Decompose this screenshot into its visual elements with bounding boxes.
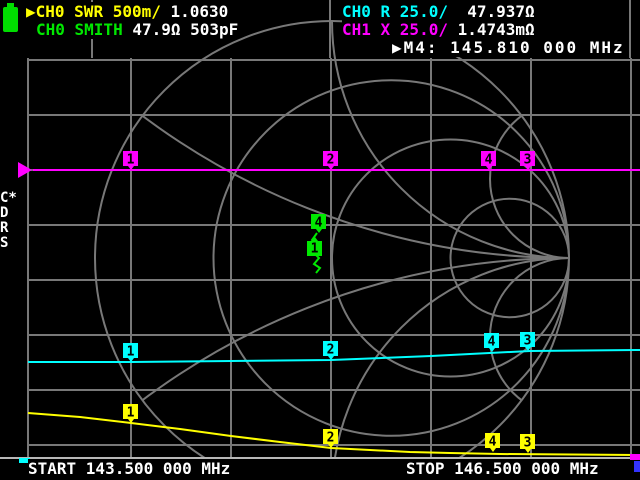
reference-marker-icon	[630, 454, 640, 460]
marker-flag-number: 2	[327, 431, 335, 446]
marker-frequency: M4: 145.810 000 MHz	[404, 38, 625, 57]
sweep-plot-area[interactable]: 1 2 4 3 1 2 4 3 1 2 4 3 4 1	[0, 0, 640, 480]
marker-flag-number: 1	[127, 345, 135, 360]
r-value: 47.937Ω	[448, 2, 535, 21]
marker-flag-number: 4	[488, 335, 496, 350]
cal-status-letters: C* D R S	[0, 191, 17, 251]
marker-flag-number: 1	[311, 242, 319, 257]
active-marker-readout[interactable]: ▶M4: 145.810 000 MHz	[392, 40, 625, 56]
smith-value: 47.9Ω 503pF	[123, 20, 239, 39]
marker-flag-number: 1	[127, 406, 135, 421]
marker-flag-number: 2	[327, 153, 335, 168]
cal-status-d: D	[0, 206, 17, 221]
cal-status-r: R	[0, 221, 17, 236]
marker-flag-number: 3	[524, 153, 532, 168]
cal-status-s: S	[0, 236, 17, 251]
reference-marker-icon	[18, 162, 32, 178]
r-label: CH0 R 25.0/	[342, 2, 448, 21]
trace-label-x[interactable]: CH1 X 25.0/ 1.4743mΩ	[342, 22, 535, 38]
smith-chart-grid	[0, 0, 640, 480]
stop-frequency[interactable]: STOP 146.500 000 MHz	[406, 461, 599, 477]
cal-status-c: C*	[0, 191, 17, 206]
swr-value: 1.0630	[161, 2, 228, 21]
marker-flag-number: 4	[315, 216, 323, 231]
swr-label: CH0 SWR 500m/	[36, 2, 161, 21]
marker-flag-number: 3	[524, 436, 532, 451]
start-frequency[interactable]: START 143.500 000 MHz	[28, 461, 230, 477]
nanovna-screen: 12431243124341 ▶CH0 SWR 500m/ 1.0630 CH0…	[0, 0, 640, 480]
marker-flag-number: 3	[524, 334, 532, 349]
trace-label-smith[interactable]: CH0 SMITH 47.9Ω 503pF	[36, 22, 238, 38]
x-label: CH1 X 25.0/	[342, 20, 448, 39]
marker-flag-number: 4	[489, 435, 497, 450]
trace-label-swr[interactable]: ▶CH0 SWR 500m/ 1.0630	[26, 4, 228, 20]
marker-cursor-icon: ▶	[392, 38, 404, 57]
reference-marker-icon	[634, 461, 640, 472]
smith-label: CH0 SMITH	[36, 20, 123, 39]
active-trace-cursor: ▶	[26, 2, 36, 21]
battery-body	[3, 7, 18, 32]
x-value: 1.4743mΩ	[448, 20, 535, 39]
marker-flag-number: 2	[327, 343, 335, 358]
marker-flag-number: 4	[485, 153, 493, 168]
marker-flag-number: 1	[127, 153, 135, 168]
battery-icon	[3, 3, 19, 33]
trace-label-r[interactable]: CH0 R 25.0/ 47.937Ω	[342, 4, 535, 20]
